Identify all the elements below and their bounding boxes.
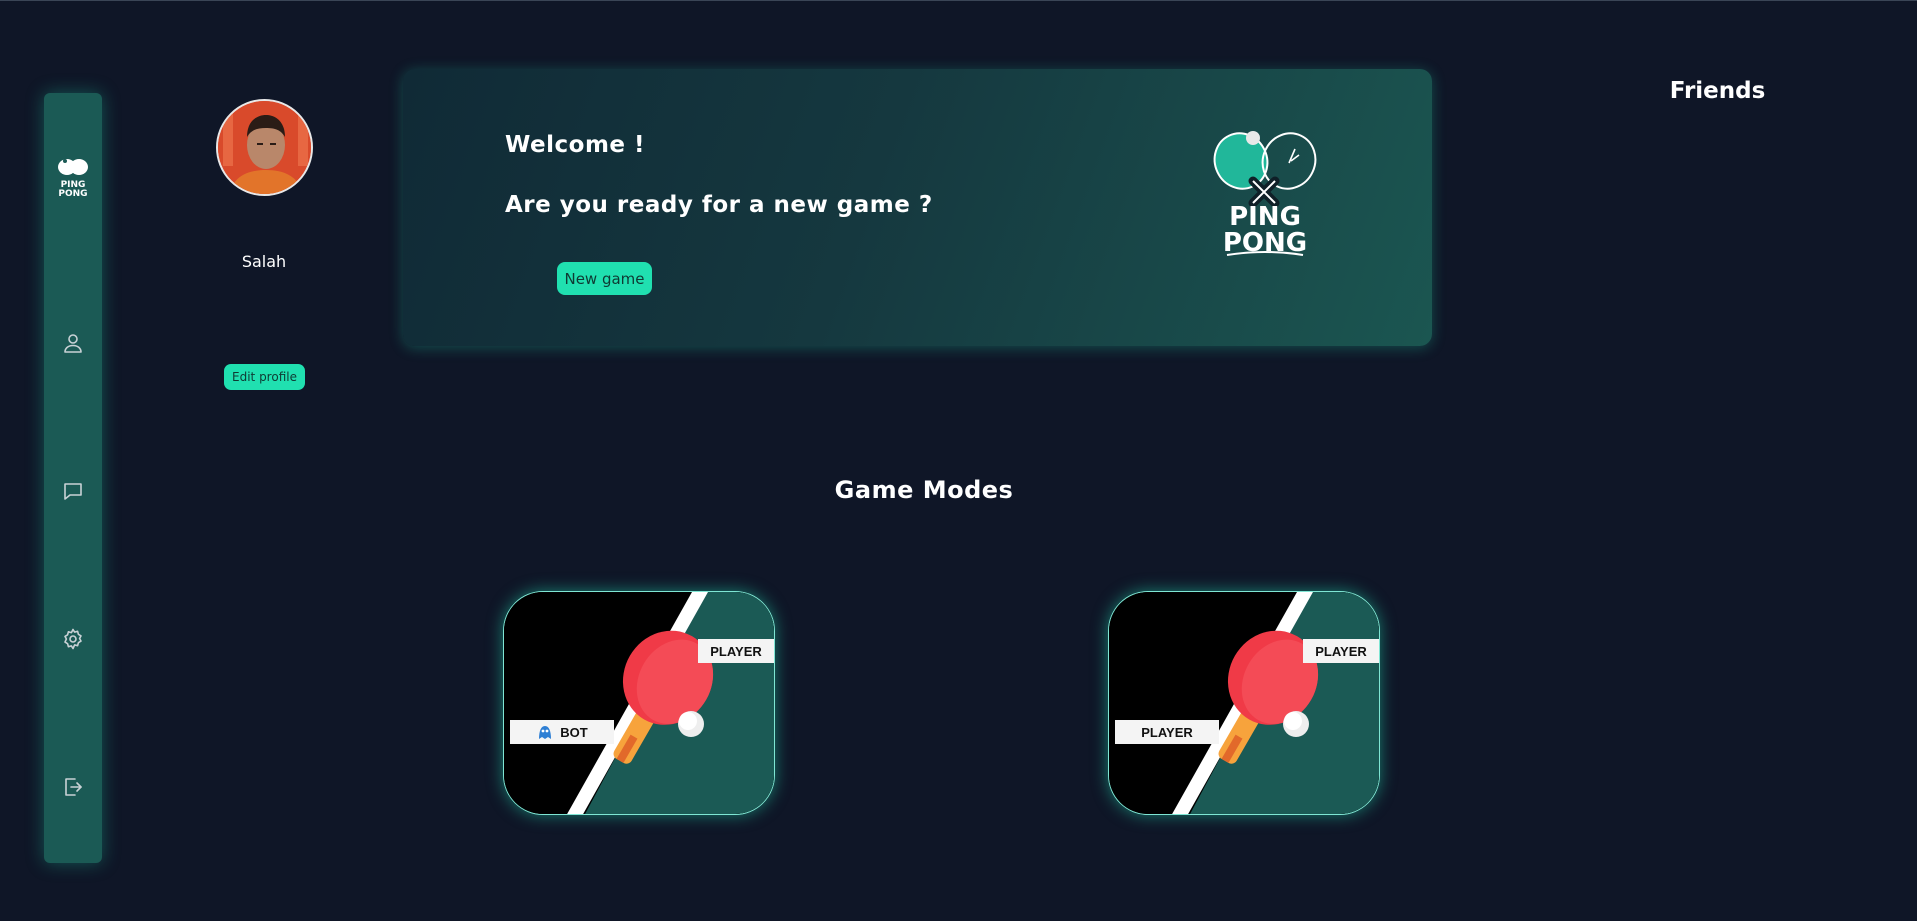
sidebar-item-settings[interactable] (58, 624, 88, 654)
sidebar-item-logout[interactable] (58, 772, 88, 802)
sidebar-item-profile[interactable] (58, 328, 88, 358)
game-modes-title: Game Modes (834, 476, 1014, 504)
welcome-title: Welcome ! (505, 132, 646, 158)
mode-left-label: BOT (510, 720, 614, 744)
top-border (0, 0, 1917, 1)
user-icon (64, 334, 82, 353)
paddle-illustration (504, 592, 774, 814)
mode-left-label: PLAYER (1115, 720, 1219, 744)
avatar-portrait (218, 101, 311, 194)
mode-left-label-text: BOT (560, 724, 588, 740)
welcome-card: Welcome ! Are you ready for a new game ?… (403, 69, 1432, 346)
bot-icon (539, 726, 552, 739)
new-game-button[interactable]: New game (557, 262, 652, 295)
game-mode-player[interactable]: PLAYER PLAYER (1108, 591, 1380, 815)
paddle-illustration (1109, 592, 1379, 814)
friends-title: Friends (1669, 78, 1766, 104)
chat-icon (64, 483, 82, 500)
mode-right-label: PLAYER (1303, 639, 1379, 663)
sidebar: PING PONG (44, 93, 102, 863)
ping-pong-logo: PING PONG (1213, 131, 1317, 258)
welcome-subtitle: Are you ready for a new game ? (505, 192, 933, 218)
sidebar-logo-line2: PONG (58, 189, 87, 199)
logout-icon (65, 778, 82, 796)
mode-right-label: PLAYER (698, 639, 774, 663)
ping-pong-logo[interactable]: PING PONG (52, 155, 94, 199)
edit-profile-button[interactable]: Edit profile (224, 364, 305, 390)
profile-username: Salah (241, 252, 287, 271)
gear-icon (64, 628, 82, 650)
sidebar-item-chat[interactable] (58, 476, 88, 506)
game-mode-bot[interactable]: PLAYER BOT (503, 591, 775, 815)
avatar[interactable] (216, 99, 313, 196)
